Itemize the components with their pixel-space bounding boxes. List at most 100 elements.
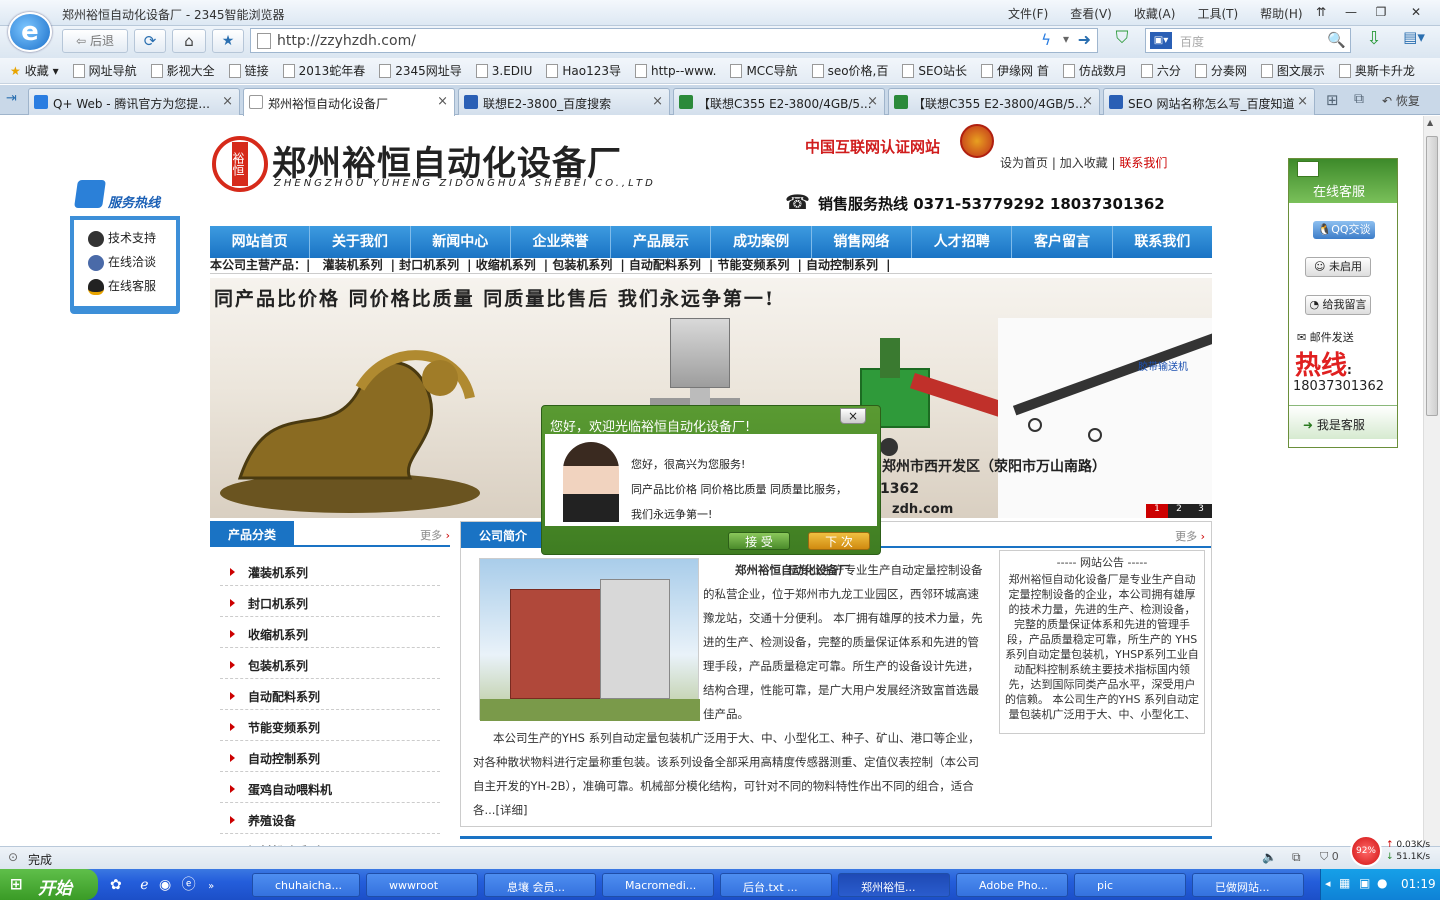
mail-send-link[interactable]: ✉ 邮件发送 (1297, 329, 1354, 345)
tray-expand-icon[interactable]: ◂ (1325, 877, 1331, 890)
favorites-item[interactable]: MCC导航 (730, 62, 798, 79)
favorites-item[interactable]: http--www. (634, 63, 716, 78)
task-item[interactable]: wwwroot (366, 873, 478, 897)
ie2-quicklaunch-icon[interactable]: ⓔ (182, 877, 196, 893)
new-tab-icon[interactable]: ⊞ (1326, 91, 1339, 109)
speed-mode-icon[interactable]: ϟ (1041, 31, 1051, 49)
menu-tools[interactable]: 工具(T) (1197, 5, 1238, 22)
favorites-item[interactable]: 链接 (228, 62, 269, 79)
category-item[interactable]: 节能变频系列 (220, 710, 440, 741)
category-item[interactable]: 蛋鸡自动喂料机 (220, 772, 440, 803)
nav-news[interactable]: 新闻中心 (411, 226, 511, 258)
category-item[interactable]: 自动配料系列 (220, 679, 440, 710)
task-item[interactable]: Adobe Pho... (956, 873, 1068, 897)
contact-link[interactable]: 联系我们 (1119, 156, 1167, 170)
qq-quicklaunch-icon[interactable]: ✿ (110, 877, 122, 893)
address-bar[interactable]: http://zzyhzdh.com/ ϟ ▾ ➜ (250, 28, 1098, 53)
leave-message-button[interactable]: ◔ 给我留言 (1305, 295, 1371, 315)
favorites-item[interactable]: SEO站长 (902, 62, 967, 79)
network-tray-icon[interactable]: ▦ (1339, 876, 1350, 890)
menu-view[interactable]: 查看(V) (1070, 5, 1112, 22)
address-input[interactable]: http://zzyhzdh.com/ (277, 33, 416, 49)
menu-help[interactable]: 帮助(H) (1260, 5, 1302, 22)
product-link[interactable]: 自动控制系列 (806, 258, 878, 272)
pin-button[interactable]: ⇈ (1308, 3, 1334, 21)
category-item[interactable]: 饲料粉碎系列 (220, 834, 440, 846)
shield-status-icon[interactable]: ⛉ 0 (1320, 850, 1339, 864)
favorite-star-button[interactable]: ★ (212, 29, 244, 53)
close-icon[interactable]: × (867, 94, 878, 109)
product-link[interactable]: 收缩机系列 (476, 258, 536, 272)
popup-close-button[interactable]: × (840, 408, 866, 424)
favorites-item[interactable]: 影视大全 (150, 62, 215, 79)
set-home-link[interactable]: 设为首页 (1000, 156, 1048, 170)
close-icon[interactable]: × (1297, 94, 1308, 109)
sidebar-toggle-icon[interactable]: ⇥ (6, 91, 17, 106)
ie-quicklaunch-icon[interactable]: ℯ (140, 877, 148, 893)
popup-accept-button[interactable]: 接 受 (728, 532, 790, 550)
tab-list-icon[interactable]: ⧉ (1354, 91, 1364, 107)
nav-honors[interactable]: 企业荣誉 (511, 226, 612, 258)
online-service-link[interactable]: 在线客服 (88, 274, 176, 298)
i-am-service-link[interactable]: ➜ 我是客服 (1289, 405, 1397, 439)
close-icon[interactable]: × (1082, 94, 1093, 109)
task-item[interactable]: 后台.txt ... (720, 873, 832, 897)
favorites-item[interactable]: 图文展示 (1260, 62, 1325, 79)
vertical-scrollbar[interactable]: ▲ (1423, 116, 1440, 846)
browser-logo-icon[interactable]: e (8, 12, 52, 52)
close-icon[interactable]: × (222, 94, 233, 109)
close-icon[interactable]: × (652, 94, 663, 109)
menu-favorites[interactable]: 收藏(A) (1134, 5, 1176, 22)
favorites-item[interactable]: 2013蛇年春 (282, 62, 365, 79)
qq-tray-icon[interactable]: ● (1377, 876, 1387, 890)
search-engine-icon[interactable]: ▣▾ (1150, 32, 1172, 49)
product-link[interactable]: 灌装机系列 (323, 258, 383, 272)
go-arrow-icon[interactable]: ➜ (1078, 30, 1091, 49)
browser-quicklaunch-icon[interactable]: ◉ (159, 877, 171, 893)
close-icon[interactable]: × (437, 94, 448, 109)
online-chat-link[interactable]: 在线洽谈 (88, 250, 176, 274)
intro-detail-link[interactable]: [详细] (495, 803, 527, 817)
more-quicklaunch-icon[interactable]: » (208, 881, 214, 892)
nav-contact[interactable]: 联系我们 (1113, 226, 1212, 258)
task-item[interactable]: Macromedi... (602, 873, 714, 897)
nav-cases[interactable]: 成功案例 (711, 226, 812, 258)
intro-more-link[interactable]: 更多 › (1175, 528, 1205, 544)
banner-page-1[interactable]: 1 (1146, 504, 1168, 518)
category-item[interactable]: 灌装机系列 (220, 555, 440, 586)
favorites-item[interactable]: 仿战数月 (1062, 62, 1127, 79)
search-icon[interactable]: 🔍 (1327, 31, 1346, 49)
download-icon[interactable]: ⇩ (1360, 28, 1388, 53)
maximize-button[interactable]: ❐ (1368, 3, 1394, 21)
add-favorite-link[interactable]: 加入收藏 (1060, 156, 1108, 170)
nav-products[interactable]: 产品展示 (611, 226, 712, 258)
product-link[interactable]: 包装机系列 (552, 258, 612, 272)
home-button[interactable]: ⌂ (172, 29, 206, 53)
back-button[interactable]: ⇦ 后退 (62, 29, 128, 53)
category-more-link[interactable]: 更多 › (420, 527, 450, 543)
disabled-chat-button[interactable]: ☺ 未启用 (1305, 257, 1371, 277)
nav-sales-network[interactable]: 销售网络 (812, 226, 913, 258)
tab-baidu-zhidao[interactable]: SEO 网站名称怎么写_百度知道 × (1103, 88, 1315, 115)
task-item[interactable]: 已做网站... (1192, 873, 1304, 897)
tab-baidu-search[interactable]: 联想E2-3800_百度搜索 × (458, 88, 670, 115)
task-item[interactable]: pic (1074, 873, 1186, 897)
popup-next-button[interactable]: 下 次 (808, 532, 870, 550)
nav-home[interactable]: 网站首页 (210, 226, 311, 258)
memory-percent-badge[interactable]: 92% (1350, 835, 1382, 867)
banner-page-3[interactable]: 3 (1190, 504, 1212, 518)
favorites-item[interactable]: 2345网址导 (379, 62, 462, 79)
volume-icon[interactable]: 🔈 (1262, 850, 1277, 864)
tools-icon[interactable]: ▤▾ (1396, 28, 1432, 53)
category-item[interactable]: 养殖设备 (220, 803, 440, 834)
tab-lenovo-2[interactable]: 【联想C355 E2-3800/4GB/5... × (888, 88, 1100, 115)
search-box[interactable]: ▣▾ 百度 🔍 (1145, 28, 1351, 53)
banner-page-2[interactable]: 2 (1168, 504, 1190, 518)
category-item[interactable]: 自动控制系列 (220, 741, 440, 772)
favorites-item[interactable]: 网址导航 (72, 62, 137, 79)
close-button[interactable]: ✕ (1398, 3, 1434, 21)
tab-site[interactable]: 郑州裕恒自动化设备厂 × (243, 88, 455, 116)
favorites-item[interactable]: 奥斯卡升龙 (1338, 62, 1415, 79)
start-button[interactable]: ⊞ 开始 (0, 869, 98, 900)
task-item[interactable]: 息壤 会员... (484, 873, 596, 897)
